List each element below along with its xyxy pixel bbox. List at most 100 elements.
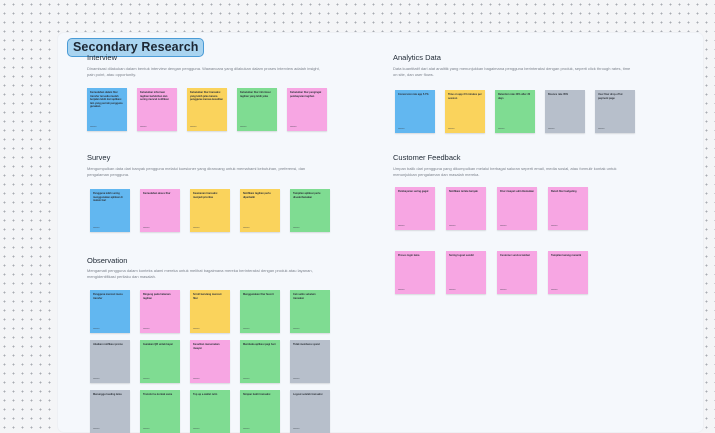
sticky-note-text: Time on app 3.5 minutes per session — [448, 93, 482, 100]
sticky-note-text: Fitur riwayat sulit ditemukan — [500, 190, 534, 193]
sticky-note-observation[interactable]: Bingung pada halaman tagihan Hanna — [140, 290, 180, 333]
sticky-note-text: Tidak membaca syarat — [293, 343, 320, 346]
sticky-note-author: Hanna — [243, 328, 250, 330]
sticky-note-text: Pengguna lebih sering menggunakan aplika… — [93, 192, 123, 203]
sticky-note-text: Kemudahan dalam fitur transfer tersedia … — [90, 91, 123, 109]
sticky-note-author: Hanna — [243, 227, 250, 229]
sticky-note-observation[interactable]: Cek saldo sebelum transaksi Hanna — [290, 290, 330, 333]
sticky-note-observation[interactable]: Gunakan QR untuk bayar Hanna — [140, 340, 180, 383]
sticky-note-text: Menunggu loading lama — [93, 393, 122, 396]
sticky-note-feedback[interactable]: Proses login lama Hanna — [395, 251, 435, 294]
sticky-note-observation[interactable]: Logout setelah transaksi Hanna — [290, 390, 330, 433]
sticky-note-author: Hanna — [500, 289, 507, 291]
sticky-note-text: Membuka aplikasi pagi hari — [243, 343, 276, 346]
sticky-note-analytics[interactable]: Conversion rate app 5.7% Hanna — [395, 90, 435, 133]
section-title-survey[interactable]: Survey — [87, 153, 110, 162]
sticky-note-author: Hanna — [143, 378, 150, 380]
sticky-note-text: Retention rate 40% after 30 days — [498, 93, 531, 100]
sticky-note-author: Hanna — [193, 227, 200, 229]
sticky-note-text: Customer service lambat — [500, 254, 530, 257]
sticky-note-author: Hanna — [193, 428, 200, 430]
sticky-note-feedback[interactable]: Customer service lambat Hanna — [497, 251, 537, 294]
sticky-note-observation[interactable]: Scroll berulang mencari fitur Hanna — [190, 290, 230, 333]
sticky-note-observation[interactable]: Top up e-wallet rutin Hanna — [190, 390, 230, 433]
sticky-note-author: Hanna — [548, 128, 555, 130]
sticky-note-text: Tampilan aplikasi perlu disederhanakan — [293, 192, 321, 199]
sticky-note-author: Hanna — [448, 128, 455, 130]
sticky-note-text: Abaikan notifikasi promo — [93, 343, 123, 346]
sticky-note-text: Pembayaran sering gagal — [398, 190, 429, 193]
section-desc-analytics: Data kuantitatif dari alat analitik yang… — [393, 66, 631, 77]
sticky-note-interview[interactable]: Kemudahan dalam fitur transfer tersedia … — [87, 88, 127, 131]
sticky-note-author: Hanna — [398, 225, 405, 227]
sticky-note-text: Simpan bukti transaksi — [243, 393, 271, 396]
sticky-note-observation[interactable]: Kesulitan menemukan riwayat Hanna — [190, 340, 230, 383]
sticky-note-author: Hanna — [193, 328, 200, 330]
sticky-note-text: Keamanan transaksi menjadi prioritas — [193, 192, 218, 199]
sticky-note-text: Kesulitan menemukan riwayat — [193, 343, 220, 350]
sticky-note-feedback[interactable]: Pembayaran sering gagal Hanna — [395, 187, 435, 230]
sticky-note-observation[interactable]: Menggunakan fitur favorit Hanna — [240, 290, 280, 333]
sticky-note-interview[interactable]: Kebutuhan fitur pengingat pembayaran tag… — [287, 88, 327, 131]
sticky-note-observation[interactable]: Pengguna mencari menu transfer Hanna — [90, 290, 130, 333]
sticky-note-author: Hanna — [498, 128, 505, 130]
sticky-note-survey[interactable]: Tampilan aplikasi perlu disederhanakan Ha… — [290, 189, 330, 232]
sticky-note-feedback[interactable]: Tampilan kurang menarik Hanna — [548, 251, 588, 294]
sticky-note-analytics[interactable]: Time on app 3.5 minutes per session Hanna — [445, 90, 485, 133]
sticky-note-text: Notifikasi tagihan perlu diperbaiki — [243, 192, 271, 199]
sticky-note-text: Kemudahan akses fitur — [143, 192, 171, 195]
sticky-note-author: Hanna — [551, 289, 558, 291]
sticky-note-text: Kebutuhan fitur pengingat pembayaran tag… — [290, 91, 322, 98]
sticky-note-survey[interactable]: Keamanan transaksi menjadi prioritas Hann… — [190, 189, 230, 232]
sticky-note-observation[interactable]: Simpan bukti transaksi Hanna — [240, 390, 280, 433]
section-title-observation[interactable]: Observation — [87, 256, 127, 265]
sticky-note-text: Bingung pada halaman tagihan — [143, 293, 171, 300]
sticky-note-observation[interactable]: Abaikan notifikasi promo Hanna — [90, 340, 130, 383]
sticky-note-survey[interactable]: Pengguna lebih sering menggunakan aplika… — [90, 189, 130, 232]
sticky-note-text: Butuh fitur budgeting — [551, 190, 577, 193]
sticky-note-text: Kebutuhan fitur informasi tagihan yang l… — [240, 91, 271, 98]
sticky-note-analytics[interactable]: User flow drop-off at payment page Hanna — [595, 90, 635, 133]
section-desc-observation: Mengamati pengguna dalam konteks alami m… — [87, 268, 313, 279]
sticky-note-text: Kebutuhan informasi tagihan berlebihan d… — [140, 91, 169, 102]
section-title-interview[interactable]: Interview — [87, 53, 117, 62]
sticky-note-author: Hanna — [143, 328, 150, 330]
sticky-note-feedback[interactable]: Sering logout sendiri Hanna — [446, 251, 486, 294]
section-title-analytics[interactable]: Analytics Data — [393, 53, 441, 62]
sticky-note-author: Hanna — [143, 428, 150, 430]
sticky-note-interview[interactable]: Kebutuhan fitur transaksi yang lebih jel… — [187, 88, 227, 131]
sticky-note-feedback[interactable]: Notifikasi terlalu banyak Hanna — [446, 187, 486, 230]
sticky-note-text: Top up e-wallet rutin — [193, 393, 218, 396]
sticky-note-survey[interactable]: Kemudahan akses fitur Hanna — [140, 189, 180, 232]
sticky-note-text: Sering logout sendiri — [449, 254, 475, 257]
sticky-note-survey[interactable]: Notifikasi tagihan perlu diperbaiki Hanna — [240, 189, 280, 232]
sticky-note-author: Hanna — [500, 225, 507, 227]
sticky-note-text: Menggunakan fitur favorit — [243, 293, 274, 296]
sticky-note-author: Hanna — [93, 378, 100, 380]
sticky-note-interview[interactable]: Kebutuhan fitur informasi tagihan yang l… — [237, 88, 277, 131]
sticky-note-interview[interactable]: Kebutuhan informasi tagihan berlebihan d… — [137, 88, 177, 131]
sticky-note-author: Hanna — [449, 289, 456, 291]
sticky-note-observation[interactable]: Transfer ke kontak sama Hanna — [140, 390, 180, 433]
sticky-note-author: Hanna — [240, 126, 247, 128]
sticky-note-analytics[interactable]: Bounce rate 35% Hanna — [545, 90, 585, 133]
sticky-note-text: Bounce rate 35% — [548, 93, 569, 96]
sticky-note-author: Hanna — [90, 126, 97, 128]
sticky-note-text: Kebutuhan fitur transaksi yang lebih jel… — [190, 91, 223, 102]
sticky-note-analytics[interactable]: Retention rate 40% after 30 days Hanna — [495, 90, 535, 133]
sticky-note-text: Notifikasi terlalu banyak — [449, 190, 478, 193]
sticky-note-author: Hanna — [93, 227, 100, 229]
section-title-feedback[interactable]: Customer Feedback — [393, 153, 461, 162]
sticky-note-author: Hanna — [93, 428, 100, 430]
sticky-note-feedback[interactable]: Butuh fitur budgeting Hanna — [548, 187, 588, 230]
sticky-note-author: Hanna — [293, 378, 300, 380]
sticky-note-author: Hanna — [449, 225, 456, 227]
sticky-note-author: Hanna — [398, 289, 405, 291]
sticky-note-observation[interactable]: Membuka aplikasi pagi hari Hanna — [240, 340, 280, 383]
sticky-note-text: Scroll berulang mencari fitur — [193, 293, 222, 300]
sticky-note-observation[interactable]: Tidak membaca syarat Hanna — [290, 340, 330, 383]
sticky-note-feedback[interactable]: Fitur riwayat sulit ditemukan Hanna — [497, 187, 537, 230]
sticky-note-author: Hanna — [551, 225, 558, 227]
sticky-note-author: Hanna — [293, 428, 300, 430]
sticky-note-observation[interactable]: Menunggu loading lama Hanna — [90, 390, 130, 433]
